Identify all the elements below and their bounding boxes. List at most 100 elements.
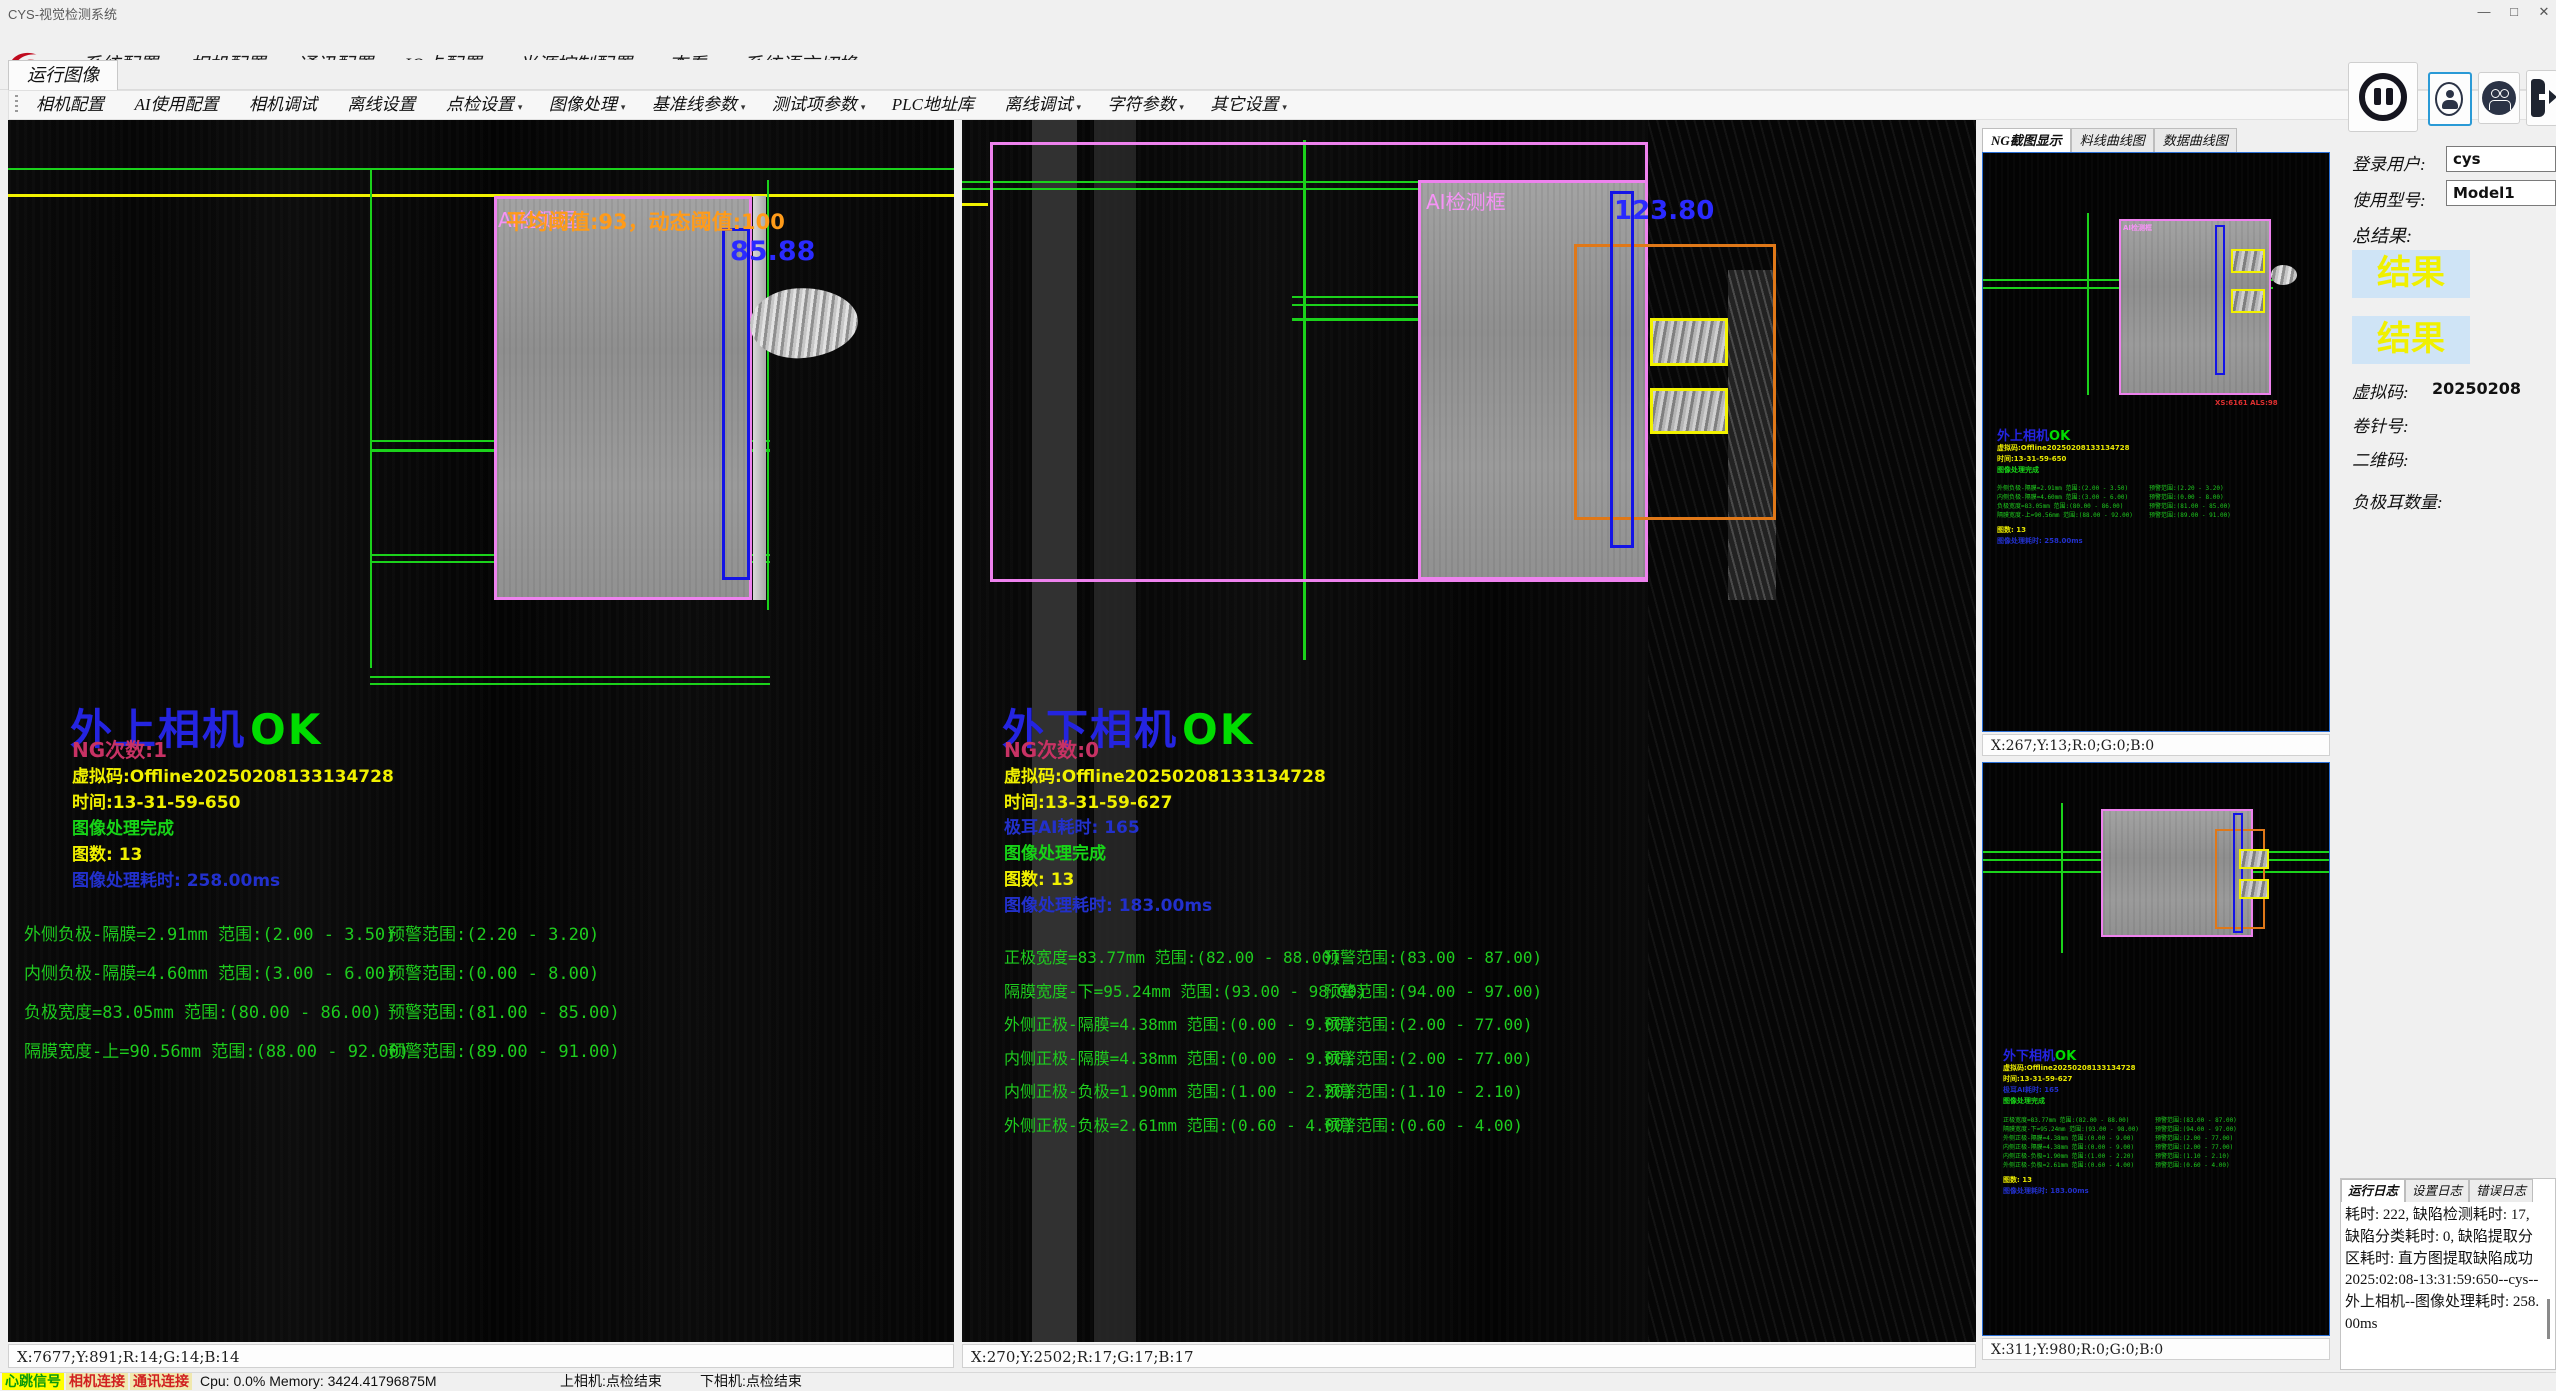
measurement-row: 内侧正极-负极=1.90mm 范围:(1.00 - 2.20)预警范围:(1.1… [962, 1078, 1976, 1112]
tab-run-log[interactable]: 运行日志 [2341, 1179, 2405, 1202]
ng-count: NG次数:1 [72, 734, 167, 763]
minimize-button[interactable]: — [2470, 2, 2498, 22]
toolbar-item[interactable]: 点检设置▾ [435, 91, 534, 121]
upper-camera-status: 上相机:点检结束 [560, 1373, 662, 1390]
users-group-button[interactable] [2478, 72, 2520, 124]
measurement-text: 内侧正极-隔膜=4.38mm 范围:(0.00 - 9.00) [1004, 1045, 1354, 1069]
measurement-text: 外侧负极-隔膜=2.91mm 范围:(2.00 - 3.50) [24, 920, 395, 945]
cpu-memory-status: Cpu: 0.0% Memory: 3424.41796875M [200, 1373, 437, 1390]
measurement-row: 外侧正极-隔膜=4.38mm 范围:(0.00 - 9.00)预警范围:(2.0… [962, 1011, 1976, 1045]
title-bar: CYS-视觉检测系统 — □ ✕ [0, 0, 2556, 24]
toolbar-item[interactable]: 其它设置 ▾ [1199, 91, 1298, 121]
toolbar-item-label: 测试项参数 [772, 95, 857, 114]
log-scrollbar[interactable] [2547, 1299, 2550, 1339]
virtual-code: 虚拟码:Offline20250208133134728 [1997, 443, 2130, 453]
user-button[interactable] [2428, 72, 2472, 126]
toolbar-item[interactable]: PLC地址库 [881, 91, 989, 121]
toolbar-item[interactable]: 字符参数▾ [1096, 91, 1195, 121]
log-tab-row: 运行日志设置日志错误日志 [2341, 1179, 2555, 1203]
camera-status: OK [1182, 705, 1254, 754]
warn-range-text: 预警范围:(83.00 - 87.00) [2155, 1115, 2237, 1124]
measurement-row: 隔膜宽度-下=95.24mm 范围:(93.00 - 98.00)预警范围:(9… [962, 978, 1976, 1012]
process-done: 图像处理完成 [72, 814, 174, 839]
measurement-row: 内侧正极-负极=1.90mm 范围:(1.00 - 2.20)预警范围:(1.1… [2003, 1151, 2323, 1160]
mini-view-upper[interactable]: AI检测框 XS:6161 ALS:98 外上相机OK 虚拟码:Offline2… [1982, 152, 2330, 732]
chevron-down-icon: ▾ [861, 102, 866, 112]
toolbar-item-label: 点检设置 [446, 95, 514, 114]
model-field[interactable]: Model1 [2446, 180, 2556, 206]
tab-error-log[interactable]: 错误日志 [2469, 1179, 2533, 1202]
heartbeat-indicator: 心跳信号 [2, 1373, 64, 1390]
camera-name: 外上相机 [1997, 429, 2049, 444]
toolbar-item[interactable]: 离线设置 [336, 91, 430, 121]
process-time: 图像处理耗时: 258.00ms [1997, 536, 2083, 546]
toolbar-item[interactable]: 图像处理▾ [538, 91, 637, 121]
measure-rect-blue [2215, 225, 2225, 375]
toolbar-item[interactable]: AI使用配置 [123, 91, 233, 121]
tab-settings-log[interactable]: 设置日志 [2405, 1179, 2469, 1202]
toolbar-item[interactable]: 基准线参数▾ [641, 91, 757, 121]
tab-strip-curve[interactable]: 料线曲线图 [2071, 128, 2154, 152]
measure-rect-blue [722, 228, 750, 580]
ng-tab-row: NG截图显示料线曲线图数据曲线图 [1982, 128, 2330, 152]
result-box-2: 结果 [2352, 316, 2470, 364]
toolbar-item[interactable]: 测试项参数 ▾ [761, 91, 877, 121]
measurement-row: 外侧负极-隔膜=2.91mm 范围:(2.00 - 3.50)预警范围:(2.2… [1997, 483, 2327, 492]
measurement-row: 外侧正极-负极=2.61mm 范围:(0.60 - 4.00)预警范围:(0.6… [962, 1112, 1976, 1146]
toolbar-item[interactable]: 相机调试 [238, 91, 332, 121]
tab-detect-box [2239, 849, 2269, 869]
tab-ng-screenshot[interactable]: NG截图显示 [1982, 128, 2071, 152]
login-user-label: 登录用户: [2352, 150, 2426, 175]
measurement-text: 正极宽度=83.77mm 范围:(82.00 - 88.00) [2003, 1115, 2129, 1124]
tab-run-image[interactable]: 运行图像 [8, 60, 118, 90]
virtual-code: 虚拟码:Offline20250208133134728 [72, 762, 394, 787]
guide-line [370, 168, 372, 668]
baseline-yellow [962, 203, 988, 206]
camera-status: OK [2055, 1049, 2076, 1064]
camera-view-lower-outer[interactable]: AI检测框 123.80 外下相机OK NG次数:0 虚拟码:Offline20… [962, 120, 1976, 1342]
mini-view-lower[interactable]: 外下相机OK 虚拟码:Offline20250208133134728 时间:1… [1982, 762, 2330, 1336]
toolbar-grip[interactable] [15, 95, 18, 115]
measurement-text: 内侧负极-隔膜=4.60mm 范围:(3.00 - 6.00) [24, 959, 395, 984]
toolbar-item-label: 离线设置 [347, 95, 415, 114]
pause-button[interactable] [2348, 62, 2418, 132]
toolbar-item-label: 字符参数 [1107, 95, 1175, 114]
tab-data-curve[interactable]: 数据曲线图 [2154, 128, 2237, 152]
measurement-text: 内侧正极-负极=1.90mm 范围:(1.00 - 2.20) [2003, 1151, 2134, 1160]
measurement-text: 内侧正极-负极=1.90mm 范围:(1.00 - 2.20) [1004, 1078, 1354, 1102]
camera-title: 外下相机OK [2003, 1045, 2076, 1064]
tab-row [0, 60, 2556, 90]
measurement-row: 隔膜宽度-上=90.56mm 范围:(88.00 - 92.00)预警范围:(8… [8, 1037, 954, 1076]
warn-range-text: 预警范围:(2.00 - 77.00) [2155, 1142, 2233, 1151]
baseline-yellow [8, 194, 954, 197]
camera-status: OK [250, 705, 322, 754]
virtual-code-value: 20250208 [2432, 379, 2521, 398]
close-button[interactable]: ✕ [2530, 2, 2556, 22]
measurement-row: 正极宽度=83.77mm 范围:(82.00 - 88.00)预警范围:(83.… [962, 944, 1976, 978]
toolbar-item-label: 其它设置 [1210, 95, 1278, 114]
maximize-button[interactable]: □ [2500, 2, 2528, 22]
chevron-down-icon: ▾ [1282, 102, 1287, 112]
frame-count: 图数: 13 [2003, 1175, 2032, 1185]
warn-range-text: 预警范围:(94.00 - 97.00) [1324, 978, 1542, 1002]
virtual-code: 虚拟码:Offline20250208133134728 [1004, 762, 1326, 787]
login-user-field[interactable]: cys [2446, 146, 2556, 172]
capture-time: 时间:13-31-59-650 [72, 788, 240, 813]
process-done: 图像处理完成 [1004, 839, 1106, 864]
measurement-row: 负极宽度=83.05mm 范围:(80.00 - 86.00)预警范围:(81.… [1997, 501, 2327, 510]
exit-button[interactable] [2526, 70, 2556, 126]
chevron-down-icon: ▾ [741, 102, 746, 112]
measurement-text: 隔膜宽度-下=95.24mm 范围:(93.00 - 98.00) [1004, 978, 1366, 1002]
guide-line [8, 168, 954, 170]
measurement-row: 内侧负极-隔膜=4.60mm 范围:(3.00 - 6.00)预警范围:(0.0… [1997, 492, 2327, 501]
toolbar-item[interactable]: 相机配置 [25, 91, 119, 121]
camera-view-upper-outer[interactable]: AI检测框 平均阈值:93，动态阈值:100 85.88 外上相机OK NG次数… [8, 120, 954, 1342]
guide-line [2087, 213, 2089, 395]
log-content: 耗时: 222, 缺陷检测耗时: 17, 缺陷分类耗时: 0, 缺陷提取分区耗时… [2345, 1205, 2541, 1365]
toolbar-item[interactable]: 离线调试▾ [993, 91, 1092, 121]
measurement-text: 外侧负极-隔膜=2.91mm 范围:(2.00 - 3.50) [1997, 483, 2128, 492]
camera-connect-indicator: 相机连接 [66, 1373, 128, 1390]
virtual-code-label: 虚拟码: [2352, 378, 2409, 403]
menu-bar: 系统配置 相机配置 通讯配置 IO卡配置▾ 光源控制配置▾ 查看▾ 系统语言切换 [0, 24, 2556, 60]
warn-range-text: 预警范围:(81.00 - 85.00) [2149, 501, 2231, 510]
